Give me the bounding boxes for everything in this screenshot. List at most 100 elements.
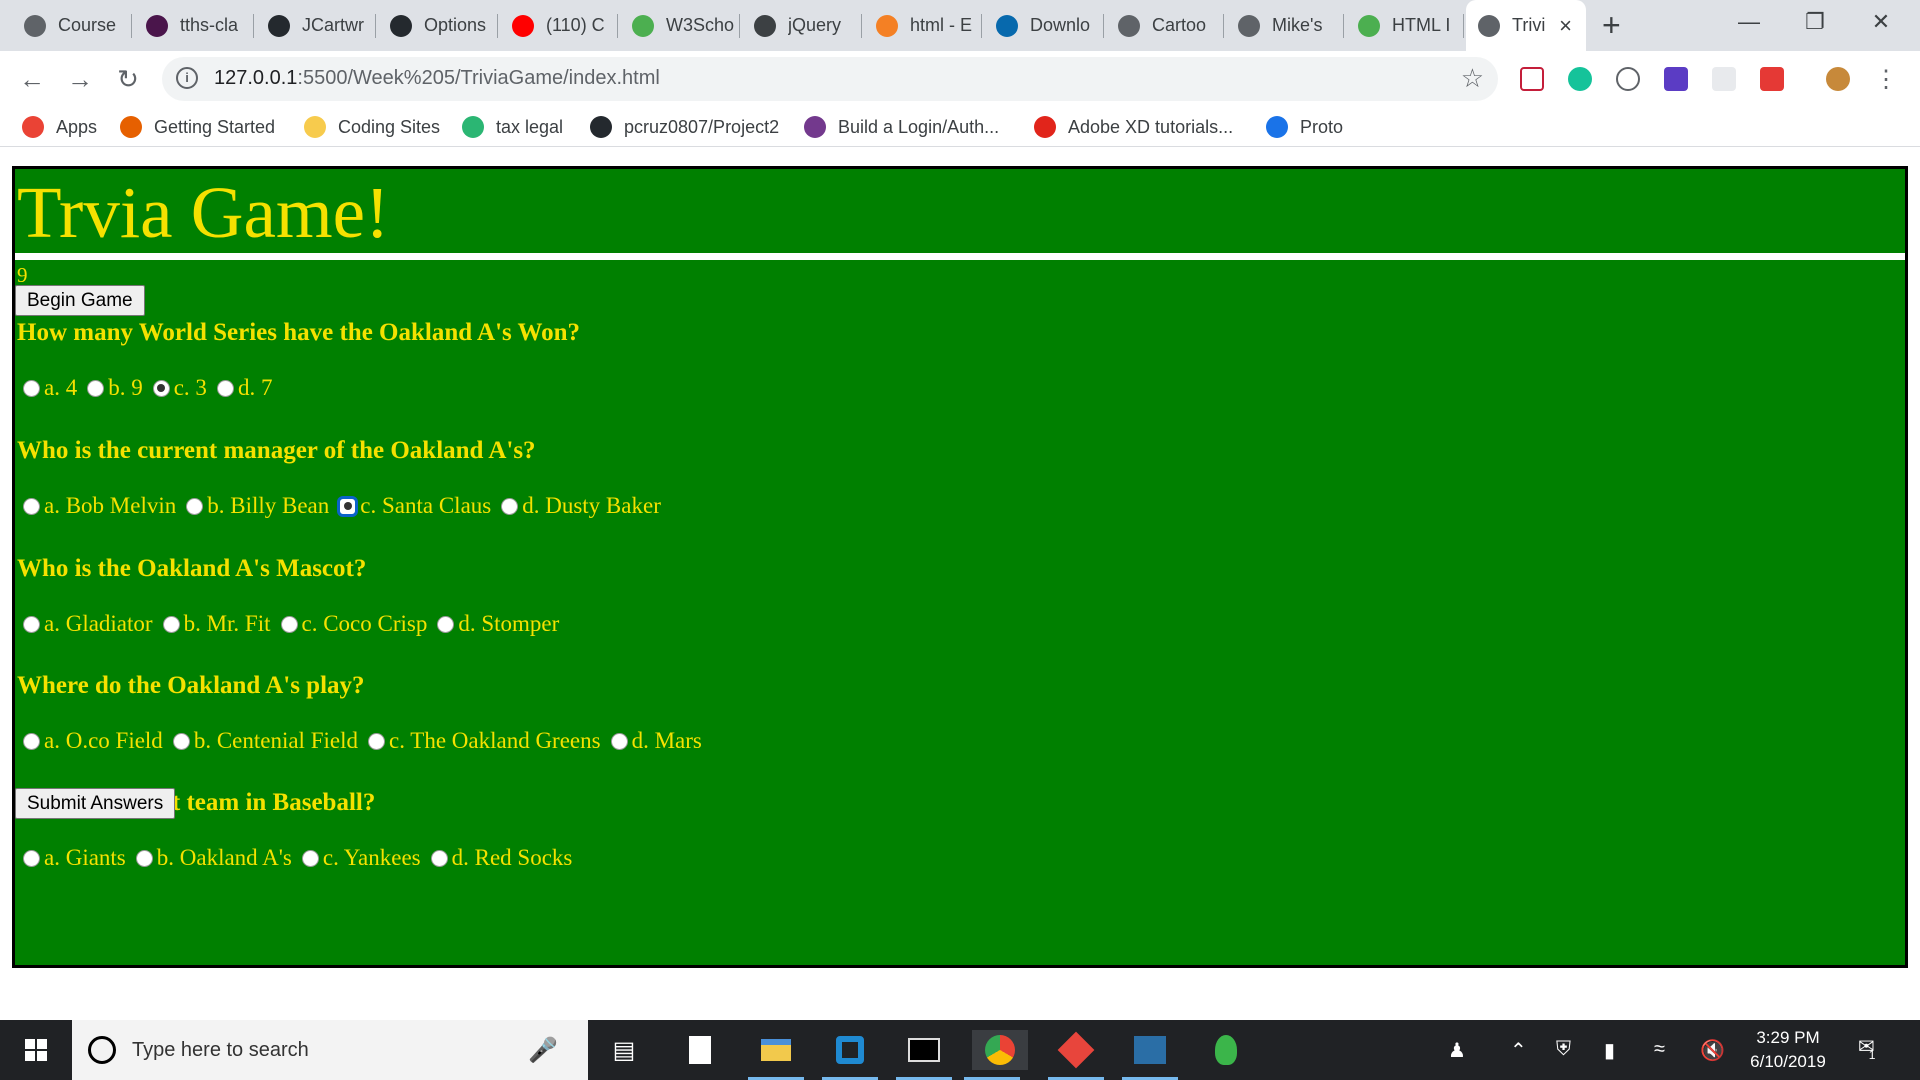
terminal-icon[interactable] [896, 1030, 952, 1080]
answer-radio[interactable] [186, 497, 204, 515]
answer-radio[interactable] [280, 615, 298, 633]
bookmark-item[interactable]: pcruz0807/Project2 [590, 115, 779, 139]
people-icon[interactable]: ♟ [1448, 1038, 1466, 1063]
browser-tab[interactable]: tths-cla [134, 0, 254, 51]
begin-game-button[interactable]: Begin Game [15, 285, 145, 316]
action-center-icon[interactable]: ✉1 [1858, 1034, 1881, 1062]
bookmark-star-icon[interactable]: ☆ [1461, 63, 1484, 94]
answer-radio[interactable] [339, 497, 357, 515]
answer-radio[interactable] [135, 849, 153, 867]
answer-radio[interactable] [367, 732, 385, 750]
browser-tab[interactable]: Mike's [1226, 0, 1344, 51]
mysql-workbench-icon[interactable] [1122, 1030, 1178, 1080]
answer-radio[interactable] [301, 849, 319, 867]
browser-tab[interactable]: Trivi × [1466, 0, 1586, 51]
browser-tab[interactable]: (110) C [500, 0, 618, 51]
answer-option[interactable]: a. 4 [23, 375, 77, 401]
chrome-icon[interactable] [964, 1030, 1028, 1080]
security-shield-icon[interactable]: ⛨ [1556, 1038, 1571, 1061]
answer-option[interactable]: b. Centenial Field [172, 728, 358, 754]
address-bar[interactable]: i 127.0.0.1:5500/Week%205/TriviaGame/ind… [162, 57, 1498, 101]
answer-radio[interactable] [216, 379, 234, 397]
browser-tab[interactable]: Cartoo [1106, 0, 1224, 51]
browser-tab[interactable]: Options [378, 0, 498, 51]
answer-radio[interactable] [152, 379, 170, 397]
task-view-icon[interactable]: ▤ [604, 1030, 644, 1070]
answer-option[interactable]: d. Mars [610, 728, 702, 754]
bookmark-item[interactable]: Getting Started [120, 115, 275, 139]
answer-radio[interactable] [23, 732, 40, 750]
start-button[interactable] [0, 1020, 72, 1080]
bookmark-item[interactable]: Coding Sites [304, 115, 440, 139]
checkmark-extension-icon[interactable] [1664, 67, 1688, 91]
bookmark-item[interactable]: Proto [1266, 115, 1343, 139]
answer-option[interactable]: d. Dusty Baker [501, 493, 661, 519]
grammarly-extension-icon[interactable] [1568, 67, 1592, 91]
browser-tab[interactable]: html - E [864, 0, 982, 51]
answer-option[interactable]: d. Red Socks [430, 845, 572, 871]
reload-button[interactable]: ↻ [108, 59, 148, 99]
gitkraken-green-icon[interactable] [1206, 1030, 1246, 1070]
microphone-icon[interactable]: 🎤 [528, 1036, 558, 1065]
file-explorer-icon[interactable] [748, 1030, 804, 1080]
bookmark-item[interactable]: Build a Login/Auth... [804, 115, 999, 139]
answer-option[interactable]: c. The Oakland Greens [367, 728, 601, 754]
back-button[interactable]: ← [12, 59, 52, 99]
answer-option[interactable]: a. Giants [23, 845, 126, 871]
answer-radio[interactable] [430, 849, 448, 867]
browser-tab[interactable]: Course [12, 0, 132, 51]
answer-option[interactable]: d. Stomper [437, 611, 559, 637]
bookmark-item[interactable]: Apps [22, 115, 97, 139]
answer-option[interactable]: b. 9 [87, 375, 143, 401]
close-window-button[interactable]: ✕ [1848, 0, 1914, 44]
answer-option[interactable]: a. Bob Melvin [23, 493, 176, 519]
codepen-extension-icon[interactable] [1616, 67, 1640, 91]
forward-button[interactable]: → [60, 59, 100, 99]
answer-option[interactable]: a. Gladiator [23, 611, 153, 637]
answer-radio[interactable] [610, 732, 628, 750]
git-kraken-icon[interactable] [1048, 1030, 1104, 1080]
minimize-button[interactable]: — [1716, 0, 1782, 44]
submit-answers-button[interactable]: Submit Answers [15, 788, 176, 819]
bookmark-item[interactable]: tax legal [462, 115, 563, 139]
menu-kebab-icon[interactable]: ⋮ [1866, 59, 1906, 99]
browser-tab[interactable]: jQuery [742, 0, 862, 51]
answer-option[interactable]: c. Coco Crisp [280, 611, 427, 637]
answer-option[interactable]: a. O.co Field [23, 728, 163, 754]
vscode-icon[interactable] [822, 1030, 878, 1080]
browser-tab[interactable]: HTML I [1346, 0, 1464, 51]
show-hidden-icons-chevron-icon[interactable]: ⌃ [1510, 1038, 1527, 1063]
answer-option[interactable]: b. Billy Bean [186, 493, 329, 519]
url-text[interactable]: 127.0.0.1:5500/Week%205/TriviaGame/index… [214, 67, 660, 90]
answer-radio[interactable] [23, 615, 40, 633]
taskbar-clock[interactable]: 3:29 PM 6/10/2019 [1738, 1026, 1838, 1074]
answer-option[interactable]: c. 3 [152, 375, 207, 401]
answer-option[interactable]: b. Mr. Fit [162, 611, 271, 637]
bookmark-item[interactable]: Adobe XD tutorials... [1034, 115, 1233, 139]
blank-extension-icon[interactable] [1712, 67, 1736, 91]
close-tab-icon[interactable]: × [1559, 13, 1572, 39]
notepad-icon[interactable] [680, 1030, 720, 1070]
answer-radio[interactable] [23, 379, 40, 397]
taskbar-search-box[interactable]: Type here to search 🎤 [72, 1020, 588, 1080]
restore-button[interactable]: ❐ [1782, 0, 1848, 44]
site-info-icon[interactable]: i [176, 67, 198, 89]
answer-radio[interactable] [172, 732, 190, 750]
battery-icon[interactable]: ▮ [1604, 1038, 1615, 1063]
volume-mute-icon[interactable]: 🔇 [1700, 1038, 1725, 1063]
answer-option[interactable]: d. 7 [216, 375, 272, 401]
new-tab-button[interactable]: + [1602, 8, 1621, 42]
browser-tab[interactable]: JCartwr [256, 0, 376, 51]
answer-radio[interactable] [87, 379, 105, 397]
shield-extension-icon[interactable] [1760, 67, 1784, 91]
answer-option[interactable]: c. Yankees [301, 845, 421, 871]
answer-radio[interactable] [23, 849, 40, 867]
answer-option[interactable]: c. Santa Claus [339, 493, 491, 519]
answer-radio[interactable] [437, 615, 455, 633]
answer-radio[interactable] [162, 615, 180, 633]
answer-radio[interactable] [501, 497, 519, 515]
browser-tab[interactable]: W3Scho [620, 0, 740, 51]
answer-radio[interactable] [23, 497, 40, 515]
browser-tab[interactable]: Downlo [984, 0, 1104, 51]
pocket-extension-icon[interactable] [1520, 67, 1544, 91]
